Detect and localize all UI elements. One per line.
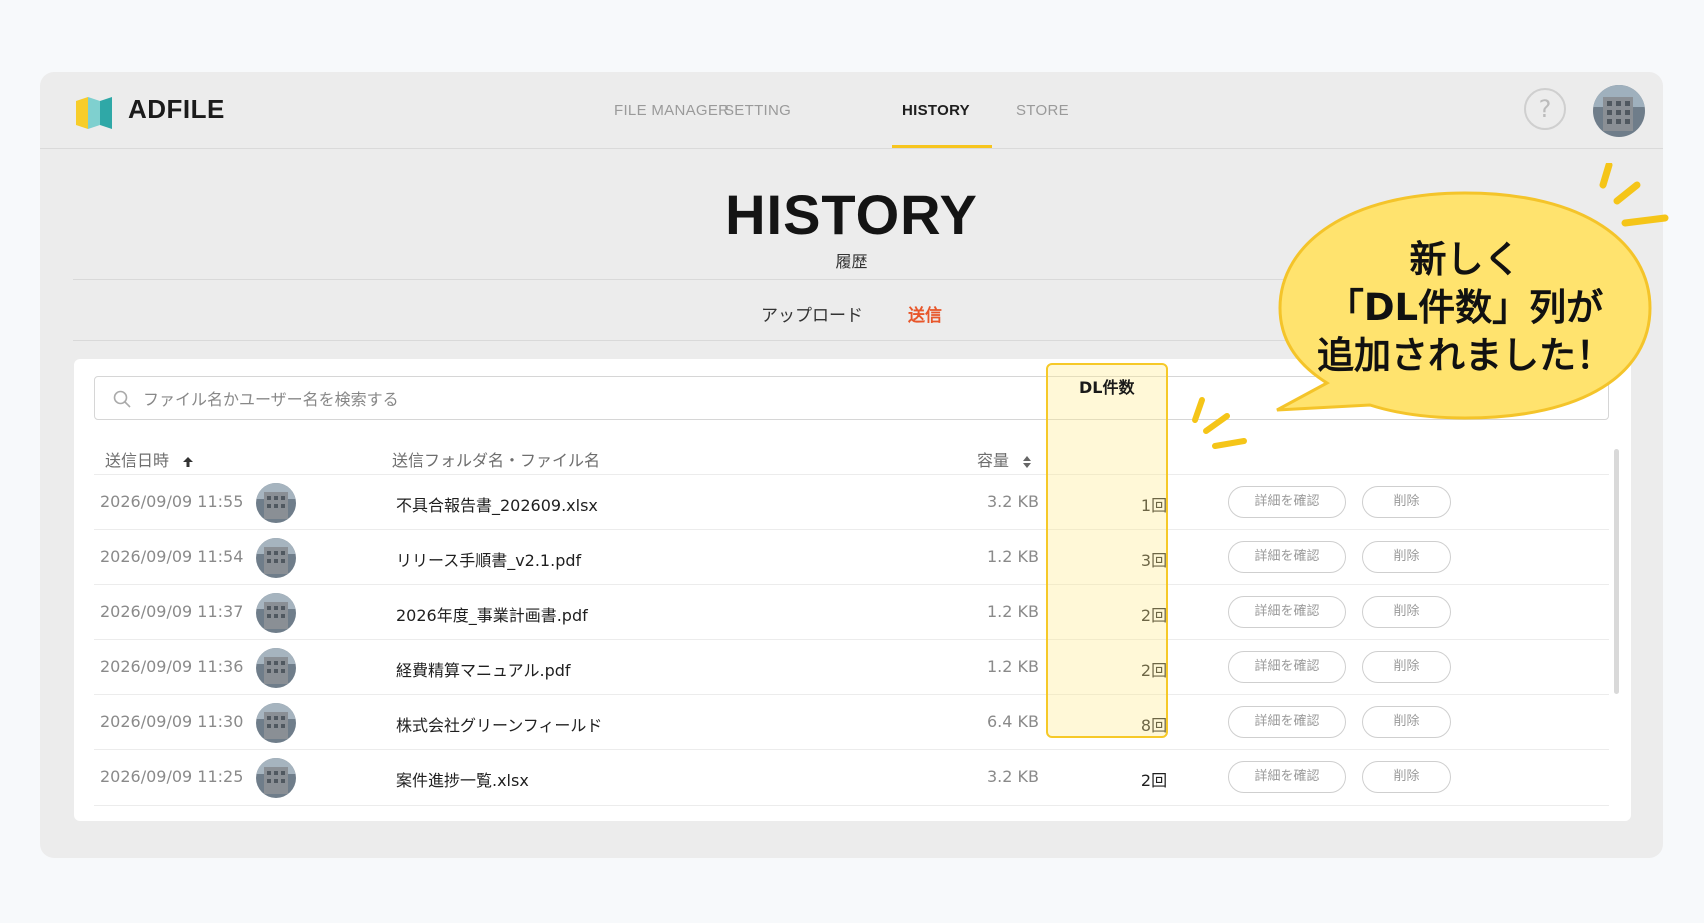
view-details-button[interactable]: 詳細を確認 xyxy=(1228,651,1346,683)
row-file-name[interactable]: 経費精算マニュアル.pdf xyxy=(396,657,571,681)
view-details-button[interactable]: 詳細を確認 xyxy=(1228,486,1346,518)
tab-send[interactable]: 送信 xyxy=(908,301,942,326)
row-date: 2026/09/09 11:55 xyxy=(100,492,244,511)
row-date: 2026/09/09 11:54 xyxy=(100,547,244,566)
active-nav-indicator xyxy=(892,145,992,148)
nav-file-manager[interactable]: FILE MANAGER xyxy=(614,102,729,119)
delete-button[interactable]: 削除 xyxy=(1362,486,1451,518)
row-size: 1.2 KB xyxy=(987,547,1039,566)
app-name: ADFILE xyxy=(128,94,225,124)
row-date: 2026/09/09 11:25 xyxy=(100,767,244,786)
nav-store[interactable]: STORE xyxy=(1016,102,1069,119)
callout-line: 追加されました！ xyxy=(1317,334,1613,377)
sender-avatar xyxy=(256,758,296,798)
sender-avatar xyxy=(256,483,296,523)
column-header-size-label: 容量 xyxy=(977,451,1010,470)
avatar-photo-icon xyxy=(1593,85,1645,137)
avatar-photo-icon xyxy=(256,648,296,688)
table-row: 2026/09/09 11:25 案件進捗一覧.xlsx 3.2 KB 2回 詳… xyxy=(94,749,1609,806)
column-header-date[interactable]: 送信日時 xyxy=(105,447,194,471)
avatar-photo-icon xyxy=(256,703,296,743)
search-icon xyxy=(113,390,131,408)
row-file-name[interactable]: 不具合報告書_202609.xlsx xyxy=(396,492,598,516)
avatar-photo-icon xyxy=(256,593,296,633)
sort-ascending-icon[interactable] xyxy=(182,456,194,468)
adfile-logo-icon xyxy=(76,97,112,129)
top-navigation-bar: ADFILE FILE MANAGER SETTING HISTORY STOR… xyxy=(40,72,1663,149)
row-file-name[interactable]: リリース手順書_v2.1.pdf xyxy=(396,547,581,571)
row-file-name[interactable]: 株式会社グリーンフィールド xyxy=(396,712,602,736)
column-header-name: 送信フォルダ名・ファイル名 xyxy=(392,451,601,470)
dl-column-highlight xyxy=(1046,363,1168,738)
row-date: 2026/09/09 11:36 xyxy=(100,657,244,676)
column-header-dl-count: DL件数 xyxy=(1079,378,1135,397)
row-size: 1.2 KB xyxy=(987,657,1039,676)
sort-toggle-icon[interactable] xyxy=(1022,455,1032,469)
row-size: 3.2 KB xyxy=(987,767,1039,786)
table-row: 2026/09/09 11:55 不具合報告書_202609.xlsx 3.2 … xyxy=(94,474,1609,530)
delete-button[interactable]: 削除 xyxy=(1362,541,1451,573)
table-row: 2026/09/09 11:30 株式会社グリーンフィールド 6.4 KB 8回… xyxy=(94,694,1609,750)
avatar-photo-icon xyxy=(256,483,296,523)
delete-button[interactable]: 削除 xyxy=(1362,651,1451,683)
callout-line: 「DL件数」列が xyxy=(1326,286,1604,329)
avatar-photo-icon xyxy=(256,758,296,798)
avatar-photo-icon xyxy=(256,538,296,578)
row-date: 2026/09/09 11:30 xyxy=(100,712,244,731)
sender-avatar xyxy=(256,538,296,578)
table-row: 2026/09/09 11:54 リリース手順書_v2.1.pdf 1.2 KB… xyxy=(94,529,1609,585)
sparkle-icon xyxy=(1192,397,1247,449)
column-header-size[interactable]: 容量 xyxy=(977,447,1032,471)
row-size: 1.2 KB xyxy=(987,602,1039,621)
row-date: 2026/09/09 11:37 xyxy=(100,602,244,621)
user-avatar[interactable] xyxy=(1593,85,1645,137)
nav-history[interactable]: HISTORY xyxy=(902,102,970,119)
view-details-button[interactable]: 詳細を確認 xyxy=(1228,596,1346,628)
row-file-name[interactable]: 2026年度_事業計画書.pdf xyxy=(396,602,588,626)
column-header-date-label: 送信日時 xyxy=(105,451,170,470)
view-details-button[interactable]: 詳細を確認 xyxy=(1228,706,1346,738)
delete-button[interactable]: 削除 xyxy=(1362,706,1451,738)
row-dl-count: 2回 xyxy=(1140,771,1168,790)
tab-upload[interactable]: アップロード xyxy=(761,301,863,326)
row-file-name[interactable]: 案件進捗一覧.xlsx xyxy=(396,767,529,791)
delete-button[interactable]: 削除 xyxy=(1362,596,1451,628)
table-scrollbar[interactable] xyxy=(1614,449,1619,694)
table-row: 2026/09/09 11:36 経費精算マニュアル.pdf 1.2 KB 2回… xyxy=(94,639,1609,695)
sender-avatar xyxy=(256,648,296,688)
table-row: 2026/09/09 11:37 2026年度_事業計画書.pdf 1.2 KB… xyxy=(94,584,1609,640)
callout-text: 新しく 「DL件数」列が 追加されました！ xyxy=(1284,236,1646,380)
callout-line: 新しく xyxy=(1409,238,1521,281)
view-details-button[interactable]: 詳細を確認 xyxy=(1228,761,1346,793)
nav-setting[interactable]: SETTING xyxy=(724,102,791,119)
search-input[interactable] xyxy=(141,383,1145,415)
sender-avatar xyxy=(256,703,296,743)
row-size: 3.2 KB xyxy=(987,492,1039,511)
help-button[interactable]: ? xyxy=(1524,88,1566,130)
sender-avatar xyxy=(256,593,296,633)
delete-button[interactable]: 削除 xyxy=(1362,761,1451,793)
row-size: 6.4 KB xyxy=(987,712,1039,731)
view-details-button[interactable]: 詳細を確認 xyxy=(1228,541,1346,573)
